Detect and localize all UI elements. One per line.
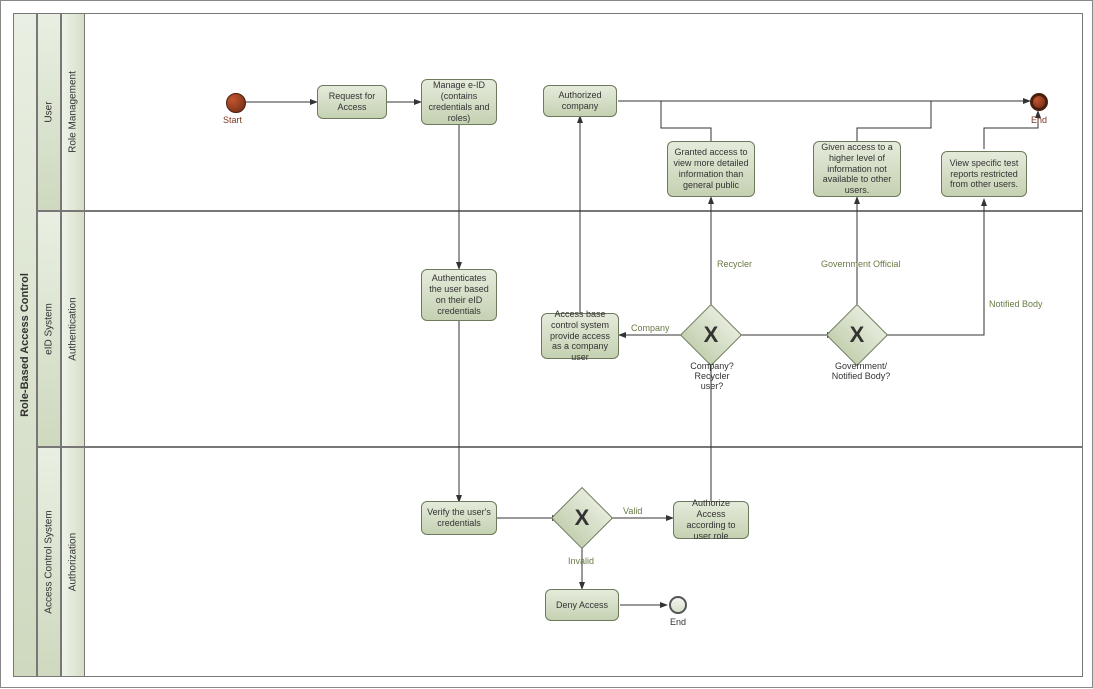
gateway-company-recycler: X bbox=[689, 313, 733, 357]
task-given-gov-label: Given access to a higher level of inform… bbox=[818, 142, 896, 196]
lane-user-header: User bbox=[37, 13, 61, 211]
gateway-x-icon: X bbox=[835, 313, 879, 357]
task-authenticates-label: Authenticates the user based on their eI… bbox=[426, 273, 492, 316]
lane-eid-sub: Authentication bbox=[61, 211, 85, 447]
label-company: Company bbox=[631, 323, 670, 333]
task-authenticates: Authenticates the user based on their eI… bbox=[421, 269, 497, 321]
task-view-nb: View specific test reports restricted fr… bbox=[941, 151, 1027, 197]
task-authorized-company: Authorized company bbox=[543, 85, 617, 117]
label-nb: Notified Body bbox=[989, 299, 1043, 309]
pool-title-bar: Role-Based Access Control bbox=[13, 13, 37, 677]
task-deny-label: Deny Access bbox=[556, 600, 608, 611]
lane-acs-sub-title: Authorization bbox=[68, 533, 79, 591]
task-authorize: Authorize Access according to user role bbox=[673, 501, 749, 539]
lane-user-sub-title: Role Management bbox=[68, 71, 79, 153]
lane-eid-sub-title: Authentication bbox=[68, 297, 79, 360]
gateway-x-icon: X bbox=[689, 313, 733, 357]
label-invalid: Invalid bbox=[568, 556, 594, 566]
task-authorize-label: Authorize Access according to user role bbox=[678, 498, 744, 541]
end-main-label: End bbox=[1031, 115, 1047, 125]
task-given-gov: Given access to a higher level of inform… bbox=[813, 141, 901, 197]
gateway-company-recycler-title: Company? Recycler user? bbox=[687, 361, 737, 391]
gateway-valid: X bbox=[560, 496, 604, 540]
gateway-gov-nb: X bbox=[835, 313, 879, 357]
lane-acs-header: Access Control System bbox=[37, 447, 61, 677]
end-event-main bbox=[1030, 93, 1048, 111]
lane-user-title: User bbox=[44, 101, 55, 122]
lane-acs-title: Access Control System bbox=[44, 510, 55, 613]
gateway-x-icon: X bbox=[560, 496, 604, 540]
lane-eid-header: eID System bbox=[37, 211, 61, 447]
task-access-company: Access base control system provide acces… bbox=[541, 313, 619, 359]
task-request: Request for Access bbox=[317, 85, 387, 119]
lane-acs-sub: Authorization bbox=[61, 447, 85, 677]
task-verify: Verify the user's credentials bbox=[421, 501, 497, 535]
label-valid: Valid bbox=[623, 506, 642, 516]
lane-user-sub: Role Management bbox=[61, 13, 85, 211]
label-gov: Government Official bbox=[821, 259, 900, 269]
start-event bbox=[226, 93, 246, 113]
task-manage-eid-label: Manage e-ID (contains credentials and ro… bbox=[426, 80, 492, 123]
task-authorized-company-label: Authorized company bbox=[548, 90, 612, 112]
end-deny-label: End bbox=[670, 617, 686, 627]
task-granted-recycler: Granted access to view more detailed inf… bbox=[667, 141, 755, 197]
pool-title: Role-Based Access Control bbox=[19, 273, 31, 417]
start-label: Start bbox=[223, 115, 242, 125]
task-access-company-label: Access base control system provide acces… bbox=[546, 309, 614, 363]
lane-eid-title: eID System bbox=[44, 303, 55, 355]
task-verify-label: Verify the user's credentials bbox=[426, 507, 492, 529]
task-manage-eid: Manage e-ID (contains credentials and ro… bbox=[421, 79, 497, 125]
task-request-label: Request for Access bbox=[322, 91, 382, 113]
gateway-gov-nb-title: Government/ Notified Body? bbox=[827, 361, 895, 381]
task-deny: Deny Access bbox=[545, 589, 619, 621]
task-granted-recycler-label: Granted access to view more detailed inf… bbox=[672, 147, 750, 190]
end-event-deny bbox=[669, 596, 687, 614]
label-recycler: Recycler bbox=[717, 259, 752, 269]
task-view-nb-label: View specific test reports restricted fr… bbox=[946, 158, 1022, 190]
bpmn-canvas: Role-Based Access Control User Role Mana… bbox=[0, 0, 1093, 688]
